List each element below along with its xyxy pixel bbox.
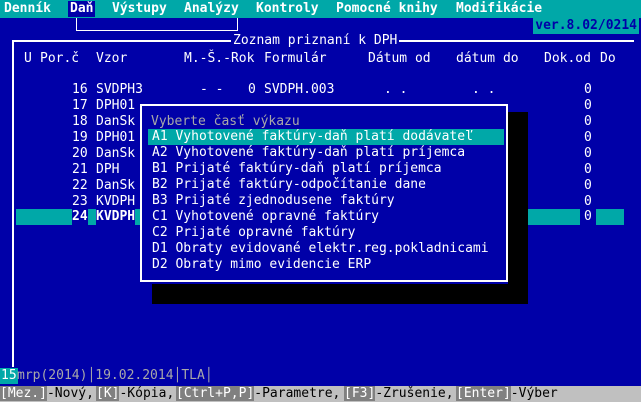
option-b2[interactable]: B2 Prijaté faktúry-odpočítanie dane bbox=[148, 177, 504, 193]
menu-analyzy[interactable]: Analýzy bbox=[184, 1, 239, 17]
option-b1[interactable]: B1 Prijaté faktúry-daň platí príjemca bbox=[148, 161, 504, 177]
option-b3[interactable]: B3 Prijaté zjednodusene faktúry bbox=[148, 193, 504, 209]
option-a1[interactable]: A1 Vyhotovené faktúry-daň platí dodávate… bbox=[148, 129, 504, 145]
menu-dennik[interactable]: Denník bbox=[4, 1, 51, 17]
declaration-list-title: Zoznam priznaní k DPH bbox=[231, 33, 400, 49]
menu-dropdown-outline bbox=[76, 18, 238, 31]
key-new[interactable]: [Mez.]-Nový, bbox=[0, 386, 94, 402]
status-counter: 15 bbox=[0, 368, 18, 384]
col-header-formular: Formulár bbox=[264, 51, 327, 66]
col-header-dok-od: Dok.od bbox=[544, 51, 591, 66]
col-header-datum-do: dátum do bbox=[456, 51, 519, 66]
popup-title: Vyberte časť výkazu bbox=[151, 114, 300, 129]
menu-modifikacie[interactable]: Modifikácie bbox=[456, 1, 542, 17]
option-d1[interactable]: D1 Obraty evidované elektr.reg.pokladnic… bbox=[148, 241, 504, 257]
popup-shadow bbox=[152, 284, 528, 304]
key-select[interactable]: [Enter]-Výber bbox=[456, 386, 558, 402]
menu-bar: Denník Daň Výstupy Analýzy Kontroly Pomo… bbox=[0, 0, 641, 18]
key-parameters[interactable]: [Ctrl+P,P]-Parametre, bbox=[176, 386, 340, 402]
col-header-do: Do bbox=[600, 51, 616, 66]
menu-kontroly[interactable]: Kontroly bbox=[256, 1, 319, 17]
option-d2[interactable]: D2 Obraty mimo evidencie ERP bbox=[148, 257, 504, 273]
popup-shadow-side bbox=[508, 112, 528, 304]
col-header-por: Por.č bbox=[40, 51, 80, 66]
col-header-ms-rok: M.-Š.-Rok bbox=[184, 51, 255, 66]
key-help-bar: [Mez.]-Nový, [K]-Kópia, [Ctrl+P,P]-Param… bbox=[0, 386, 641, 402]
col-header-vzor: Vzor bbox=[96, 51, 128, 66]
menu-pomocne-knihy[interactable]: Pomocné knihy bbox=[336, 1, 438, 17]
version-label: ver.8.02/0214 bbox=[533, 18, 639, 34]
key-copy[interactable]: [K]-Kópia, bbox=[96, 386, 174, 402]
col-header-u: U bbox=[24, 51, 32, 66]
option-c2[interactable]: C2 Prijaté opravné faktúry bbox=[148, 225, 504, 241]
option-a2[interactable]: A2 Vyhotovené faktúry-daň platí príjemca bbox=[148, 145, 504, 161]
col-header-datum-od: Dátum od bbox=[368, 51, 431, 66]
option-c1[interactable]: C1 Vyhotovené opravné faktúry bbox=[148, 209, 504, 225]
status-info: mrp(2014)│19.02.2014│TLA│ bbox=[17, 368, 213, 383]
menu-dan[interactable]: Daň bbox=[68, 1, 96, 17]
key-cancel[interactable]: [F3]-Zrušenie, bbox=[344, 386, 454, 402]
menu-vystupy[interactable]: Výstupy bbox=[112, 1, 167, 17]
